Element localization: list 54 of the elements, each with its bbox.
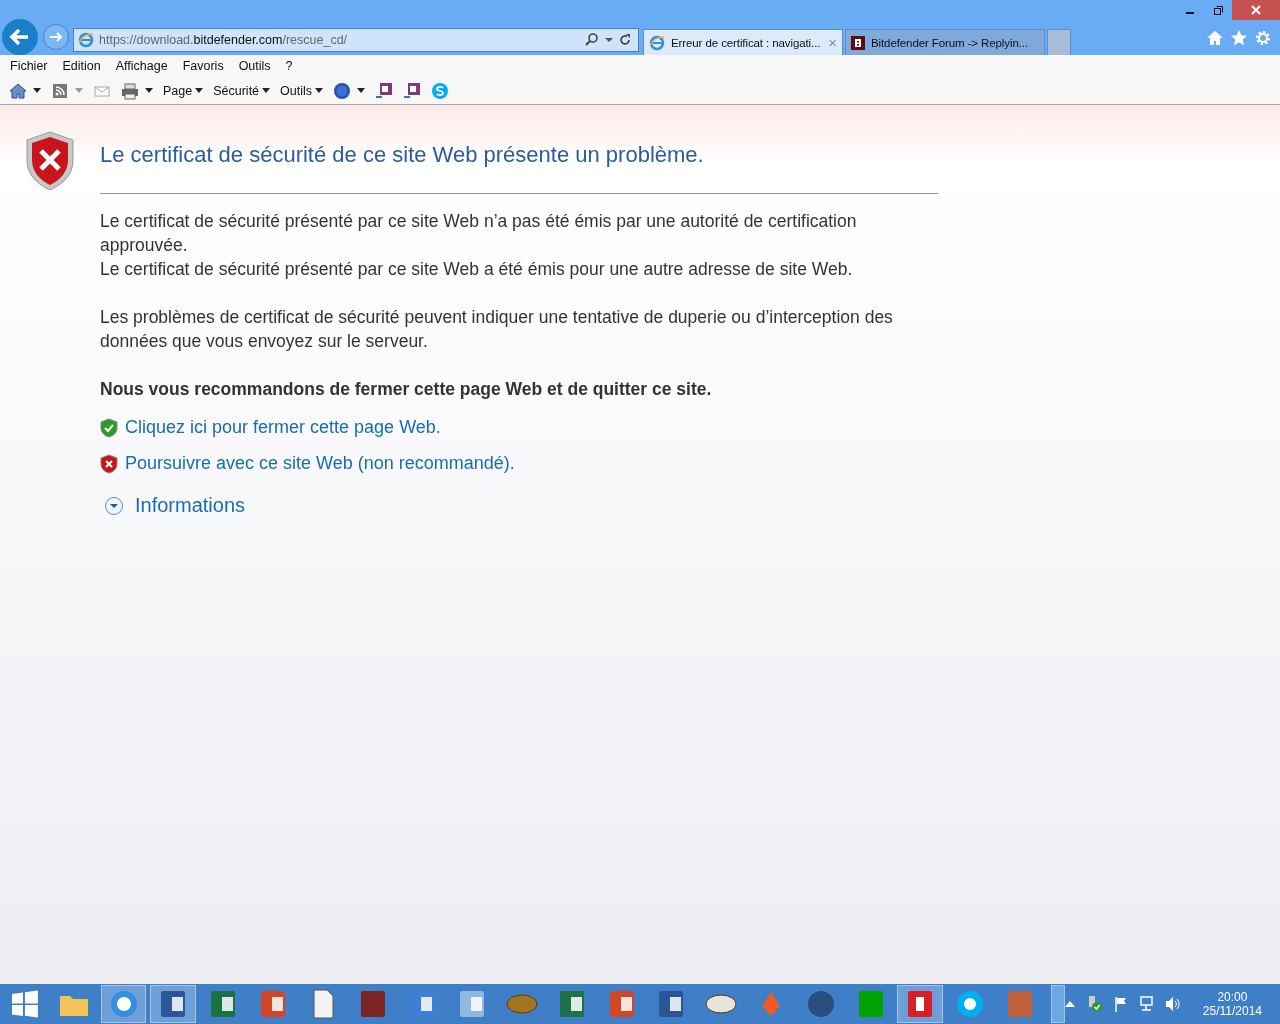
menu-item[interactable]: Affichage xyxy=(115,59,168,73)
logo-icon xyxy=(851,35,865,50)
caret-icon xyxy=(262,88,271,93)
search-icon[interactable] xyxy=(584,32,600,48)
close-button[interactable] xyxy=(1232,0,1280,20)
browser-tab[interactable]: Bitdefender Forum -> Replyin... xyxy=(845,29,1045,55)
menu-item[interactable]: Favoris xyxy=(182,59,224,73)
caret-icon[interactable] xyxy=(145,88,153,93)
star-icon[interactable] xyxy=(1230,29,1248,47)
browser-tab[interactable]: Erreur de certificat : navigati... × xyxy=(643,29,843,55)
page-title: Le certificat de sécurité de ce site Web présente un problème. xyxy=(100,142,705,168)
back-button[interactable] xyxy=(1,18,39,56)
network-icon[interactable] xyxy=(1138,996,1155,1012)
clock-time[interactable]: 20:00 xyxy=(1217,990,1248,1004)
close-icon xyxy=(1250,4,1262,16)
caret-icon xyxy=(315,88,323,93)
link[interactable]: Cliquez ici pour fermer cette page Web. xyxy=(125,417,441,438)
caret-icon xyxy=(195,88,204,93)
clock-date[interactable]: 25/11/2014 xyxy=(1202,1004,1262,1018)
link[interactable]: Poursuivre avec ce site Web (non recommandé). xyxy=(125,453,515,474)
taskbar-button[interactable] xyxy=(897,985,944,1023)
check-shield-icon xyxy=(100,417,118,438)
flag-icon[interactable] xyxy=(1112,996,1129,1012)
start-button[interactable] xyxy=(11,990,39,1018)
speaker-icon[interactable] xyxy=(1164,996,1181,1012)
error-shield-icon xyxy=(24,130,76,192)
home-icon[interactable] xyxy=(9,81,27,100)
taskbar-button[interactable] xyxy=(100,985,147,1023)
caret-icon[interactable] xyxy=(33,88,41,93)
menu-item[interactable]: Outils xyxy=(238,59,271,73)
paragraph: Les problèmes de certificat de sécurité peuvent indiquer une tentative de duperie ou d’interception des données que vous envoyez sur le serveur. xyxy=(100,306,894,353)
toolbar-menu[interactable]: Outils xyxy=(280,83,323,98)
feed-icon[interactable] xyxy=(51,81,69,100)
settings-icon[interactable] xyxy=(1254,29,1272,47)
scroll-button[interactable] xyxy=(1050,985,1065,1023)
recommendation-text: Nous vous recommandons de fermer cette page Web et de quitter ce site. xyxy=(100,379,713,400)
toolbar-menu[interactable]: Sécurité xyxy=(213,83,271,98)
minimize-icon xyxy=(1186,12,1194,14)
paragraph: Le certificat de sécurité présenté par ce site Web a été émis pour une autre adresse de site Web. xyxy=(100,258,854,281)
menu-item[interactable]: Edition xyxy=(62,59,101,73)
taskbar-button[interactable] xyxy=(150,985,197,1023)
menu-item[interactable]: Fichier xyxy=(10,59,48,73)
paragraph: Le certificat de sécurité présenté par ce site Web n’a pas été émis par une autorité de certification approuvée. xyxy=(100,210,858,257)
forward-button[interactable] xyxy=(42,23,70,51)
expand-icon[interactable] xyxy=(104,495,124,516)
refresh-icon[interactable] xyxy=(618,33,632,47)
toolbar-menu[interactable]: Page xyxy=(163,83,204,98)
error-shield-icon xyxy=(100,453,118,474)
menu-item[interactable]: ? xyxy=(285,59,293,73)
address-bar[interactable]: https://download.bitdefender.com/rescue_cd/ xyxy=(73,28,639,52)
printer-icon[interactable] xyxy=(121,81,139,100)
info-link[interactable]: Informations xyxy=(135,494,246,517)
restore-icon xyxy=(1213,5,1223,15)
caret-icon[interactable] xyxy=(357,88,365,93)
